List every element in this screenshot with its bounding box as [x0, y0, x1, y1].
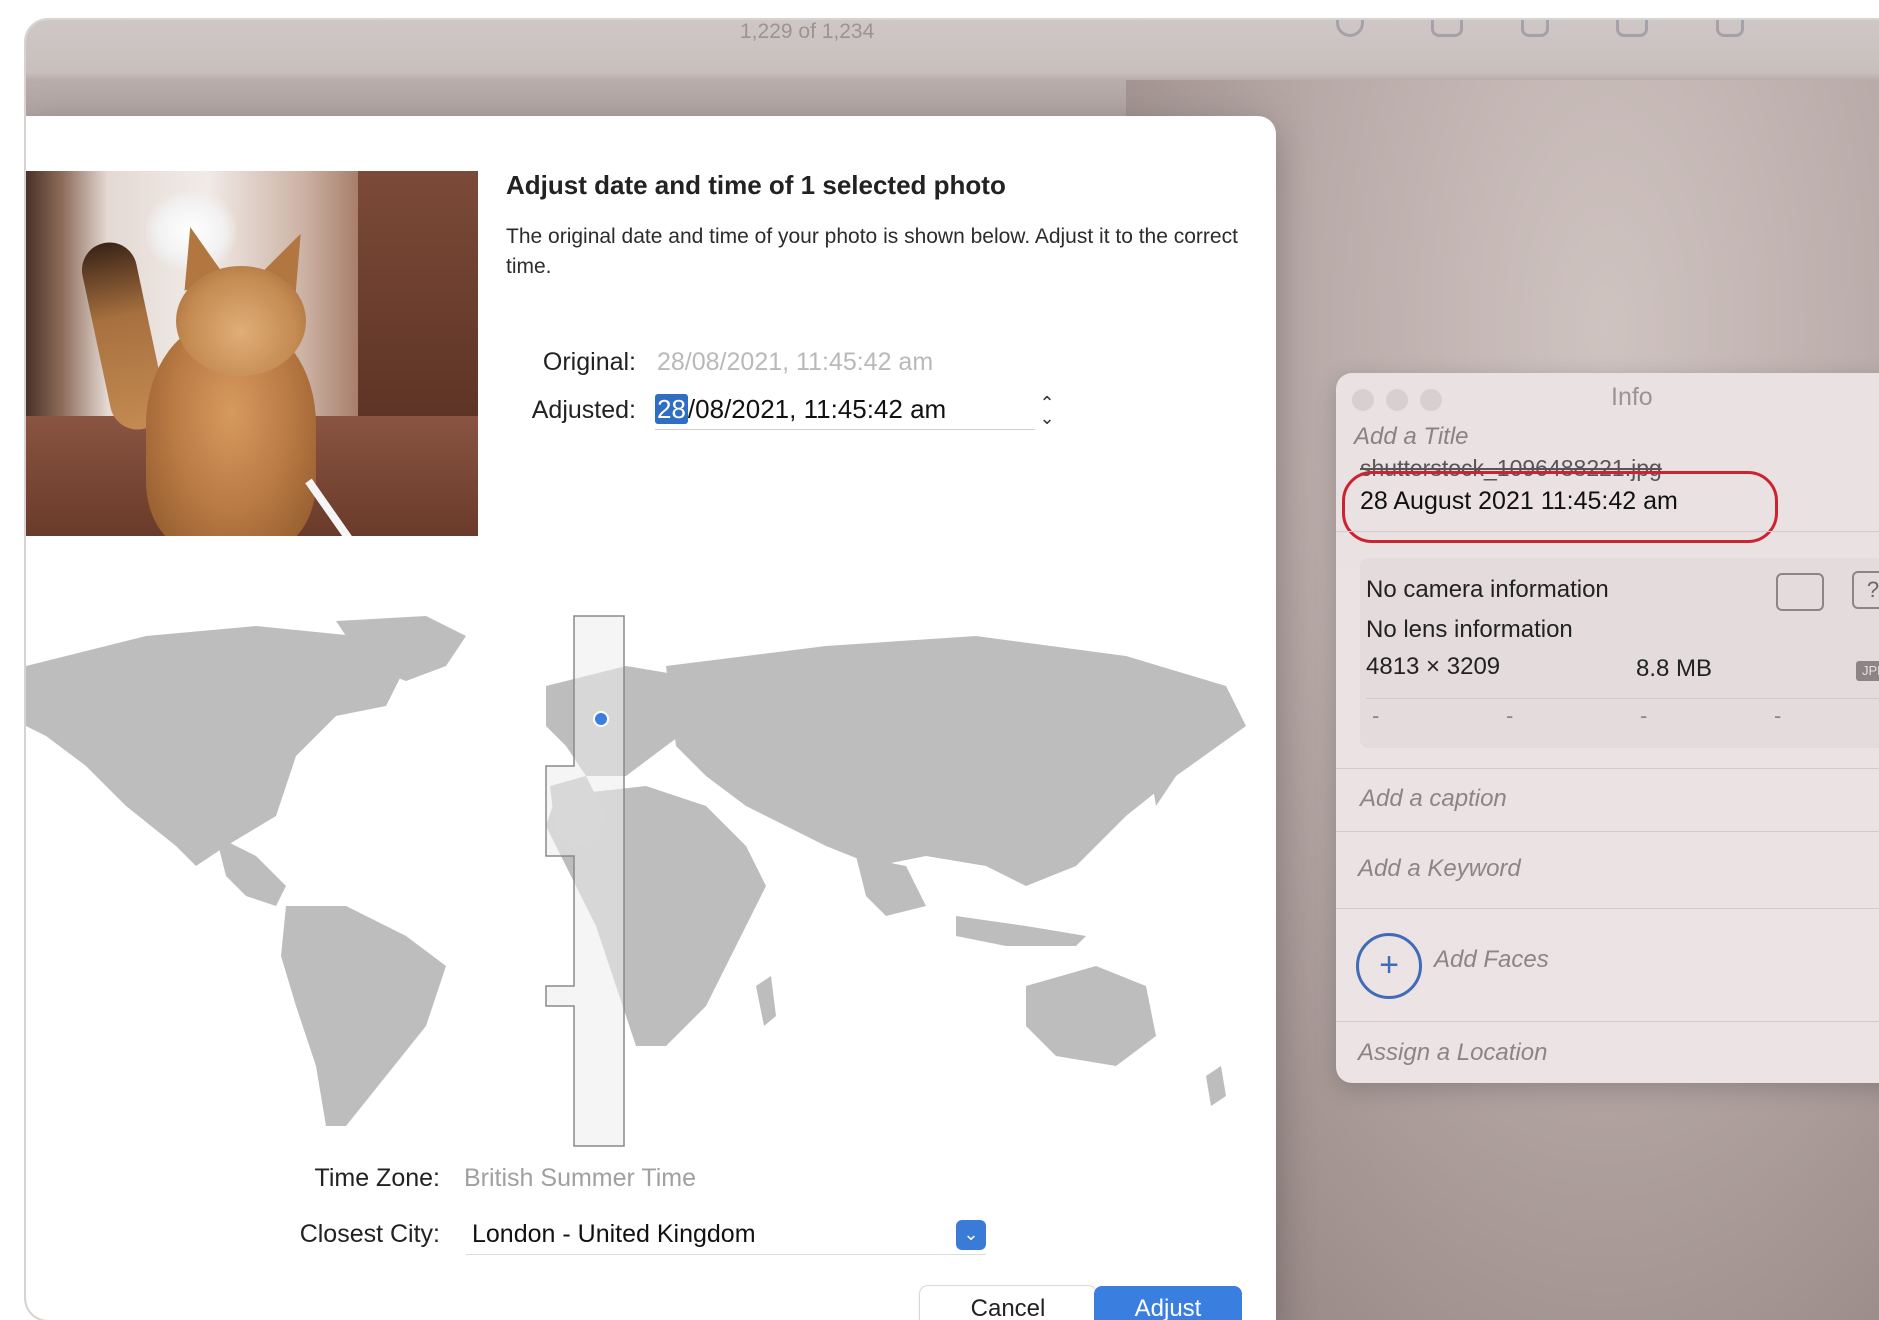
exif-placeholder: -	[1640, 703, 1648, 728]
file-size: 8.8 MB	[1636, 655, 1713, 682]
closest-city-select[interactable]: London - United Kingdom ⌄	[466, 1214, 986, 1255]
closest-city-label: Closest City:	[299, 1220, 440, 1248]
dialog-description: The original date and time of your photo…	[506, 225, 1238, 278]
exif-placeholder: -	[1372, 703, 1380, 728]
world-timezone-map[interactable]	[26, 606, 1276, 1166]
photo-thumbnail	[26, 171, 478, 536]
divider	[1336, 831, 1879, 832]
photo-counter: 1,229 of 1,234	[740, 20, 875, 43]
cancel-button[interactable]: Cancel	[920, 1286, 1096, 1320]
dialog-title: Adjust date and time of 1 selected photo	[506, 170, 1006, 200]
closest-city-value[interactable]: London - United Kingdom	[472, 1220, 756, 1249]
divider	[1366, 698, 1879, 699]
rotate-icon[interactable]	[1616, 20, 1648, 37]
divider	[1336, 768, 1879, 769]
selected-day-segment[interactable]: 28	[655, 394, 688, 424]
add-faces-plus-icon[interactable]: +	[1356, 933, 1422, 999]
info-icon[interactable]	[1336, 20, 1364, 37]
minimize-window-button[interactable]	[1386, 389, 1408, 411]
original-date-value: 28/08/2021, 11:45:42 am	[657, 348, 934, 376]
share-icon[interactable]	[1431, 20, 1463, 37]
lens-info: No lens information	[1366, 616, 1573, 643]
adjusted-label: Adjusted:	[531, 396, 636, 424]
divider	[1336, 1021, 1879, 1022]
desktop-window: 1,229 of 1,234 Adjust date and time of 1…	[26, 20, 1879, 1320]
divider	[1336, 531, 1879, 532]
adjust-date-dialog: Adjust date and time of 1 selected photo…	[26, 116, 1276, 1320]
adjust-button[interactable]: Adjust	[1094, 1286, 1242, 1320]
format-badge: JPEG	[1856, 661, 1879, 681]
help-icon[interactable]: ?	[1852, 571, 1879, 609]
original-label: Original:	[542, 348, 636, 376]
date-stepper[interactable]: ⌃ ⌄	[1038, 394, 1056, 430]
add-faces-label[interactable]: Add Faces	[1434, 946, 1549, 974]
chevron-down-icon[interactable]: ⌄	[956, 1220, 986, 1250]
info-panel-title: Info	[1611, 383, 1653, 411]
london-location-dot	[593, 711, 609, 727]
camera-info: No camera information	[1366, 576, 1609, 603]
keyword-field[interactable]: Add a Keyword	[1358, 855, 1521, 883]
caption-field[interactable]: Add a caption	[1360, 785, 1507, 813]
image-dimensions: 4813 × 3209	[1366, 653, 1501, 680]
time-zone-value: British Summer Time	[464, 1164, 696, 1192]
exif-placeholder: -	[1774, 703, 1782, 728]
info-panel: Info ♡ Add a Title shutterstock_10964882…	[1336, 373, 1879, 1083]
location-field[interactable]: Assign a Location	[1358, 1039, 1547, 1067]
adjusted-date-field[interactable]: 28/08/2021, 11:45:42 am	[655, 394, 1035, 430]
zoom-window-button[interactable]	[1420, 389, 1442, 411]
divider	[1336, 908, 1879, 909]
adjusted-date-rest[interactable]: /08/2021, 11:45:42 am	[688, 394, 946, 424]
exif-placeholder: -	[1506, 703, 1514, 728]
favorite-icon[interactable]	[1521, 20, 1549, 37]
camera-icon	[1776, 573, 1824, 611]
time-zone-label: Time Zone:	[314, 1164, 440, 1192]
enhance-icon[interactable]	[1716, 20, 1744, 37]
highlight-annotation	[1342, 471, 1778, 543]
toolbar: 1,229 of 1,234	[26, 20, 1879, 72]
close-window-button[interactable]	[1352, 389, 1374, 411]
add-title-field[interactable]: Add a Title	[1354, 423, 1469, 451]
